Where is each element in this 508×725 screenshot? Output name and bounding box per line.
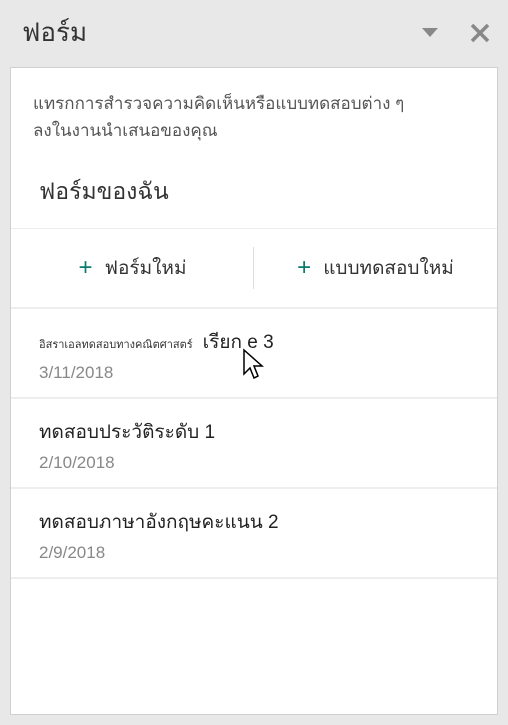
form-item-title: ทดสอบภาษาอังกฤษคะแนน 2	[39, 507, 475, 537]
form-item[interactable]: ทดสอบภาษาอังกฤษคะแนน 2 2/9/2018	[11, 489, 497, 579]
description-text: แทรกการสํารวจความคิดเห็นหรือแบบทดสอบต่าง…	[11, 90, 497, 168]
new-quiz-label: แบบทดสอบใหม่	[323, 253, 454, 283]
forms-list: อิสราเอลทดสอบทางคณิตศาสตร์ เรียก e 3 3/1…	[11, 309, 497, 579]
section-title: ฟอร์มของฉัน	[11, 168, 497, 228]
close-icon[interactable]	[470, 23, 490, 43]
description-line1: แทรกการสํารวจความคิดเห็นหรือแบบทดสอบต่าง…	[33, 94, 404, 113]
form-item-title: ทดสอบประวัติระดับ 1	[39, 417, 475, 447]
form-item-name: ทดสอบภาษาอังกฤษคะแนน 2	[39, 507, 279, 537]
form-item-name: เรียก e 3	[203, 327, 274, 357]
form-item-date: 2/10/2018	[39, 453, 475, 473]
dropdown-icon[interactable]	[422, 28, 438, 38]
forms-pane: ฟอร์ม แทรกการสํารวจความคิดเห็นหรือแบบทดส…	[0, 0, 508, 725]
new-quiz-button[interactable]: + แบบทดสอบใหม่	[254, 229, 497, 307]
new-form-label: ฟอร์มใหม่	[105, 253, 187, 283]
description-line2: ลงในงานนําเสนอของคุณ	[33, 121, 218, 140]
pane-content: แทรกการสํารวจความคิดเห็นหรือแบบทดสอบต่าง…	[10, 67, 498, 715]
plus-icon: +	[297, 256, 311, 280]
form-item-date: 3/11/2018	[39, 363, 475, 383]
form-item-prefix: อิสราเอลทดสอบทางคณิตศาสตร์	[39, 335, 193, 353]
plus-icon: +	[79, 256, 93, 280]
new-form-button[interactable]: + ฟอร์มใหม่	[11, 229, 254, 307]
form-item-name: ทดสอบประวัติระดับ 1	[39, 417, 215, 447]
form-item[interactable]: อิสราเอลทดสอบทางคณิตศาสตร์ เรียก e 3 3/1…	[11, 309, 497, 399]
form-item[interactable]: ทดสอบประวัติระดับ 1 2/10/2018	[11, 399, 497, 489]
pane-title: ฟอร์ม	[22, 12, 422, 53]
form-item-date: 2/9/2018	[39, 543, 475, 563]
new-buttons-row: + ฟอร์มใหม่ + แบบทดสอบใหม่	[11, 228, 497, 309]
pane-header: ฟอร์ม	[0, 0, 508, 63]
header-controls	[422, 23, 490, 43]
form-item-title: อิสราเอลทดสอบทางคณิตศาสตร์ เรียก e 3	[39, 327, 475, 357]
